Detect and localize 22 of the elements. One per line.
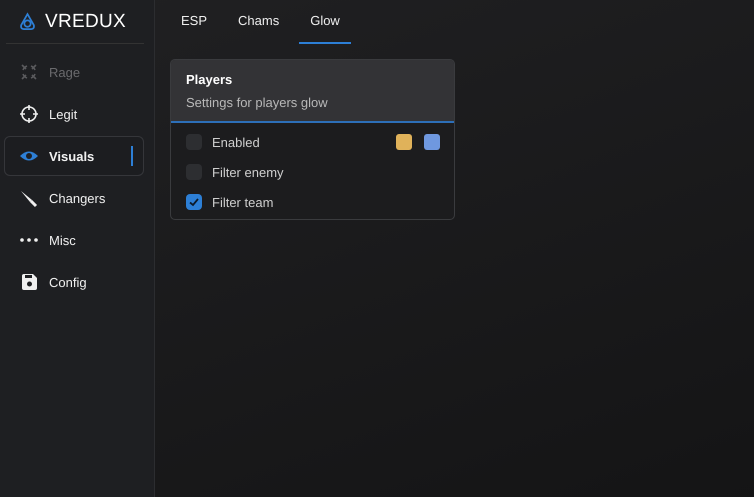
color-swatch[interactable] bbox=[396, 134, 412, 150]
arrows-icon bbox=[19, 62, 39, 82]
tab[interactable]: Chams bbox=[227, 0, 290, 44]
sidebar-item[interactable]: Visuals bbox=[4, 136, 144, 176]
sidebar-item[interactable]: Misc bbox=[4, 220, 144, 260]
more-icon bbox=[19, 238, 39, 242]
card-subtitle: Settings for players glow bbox=[186, 95, 329, 110]
sidebar-item[interactable]: Changers bbox=[4, 178, 144, 218]
option-label: Filter team bbox=[212, 194, 274, 210]
crosshair-icon bbox=[19, 104, 39, 124]
sidebar-item[interactable]: Legit bbox=[4, 94, 144, 134]
save-icon bbox=[19, 272, 39, 292]
card-title: Players bbox=[186, 72, 234, 87]
knife-icon bbox=[19, 188, 39, 208]
option-label: Enabled bbox=[212, 134, 261, 150]
tab[interactable]: Glow bbox=[299, 0, 351, 44]
color-swatch[interactable] bbox=[424, 134, 440, 150]
checkbox[interactable] bbox=[186, 194, 202, 210]
sidebar-item[interactable]: Config bbox=[4, 262, 144, 302]
tab[interactable]: ESP bbox=[170, 0, 218, 44]
option-label: Filter enemy bbox=[212, 164, 285, 180]
logo-text: VREDUX bbox=[45, 11, 126, 33]
